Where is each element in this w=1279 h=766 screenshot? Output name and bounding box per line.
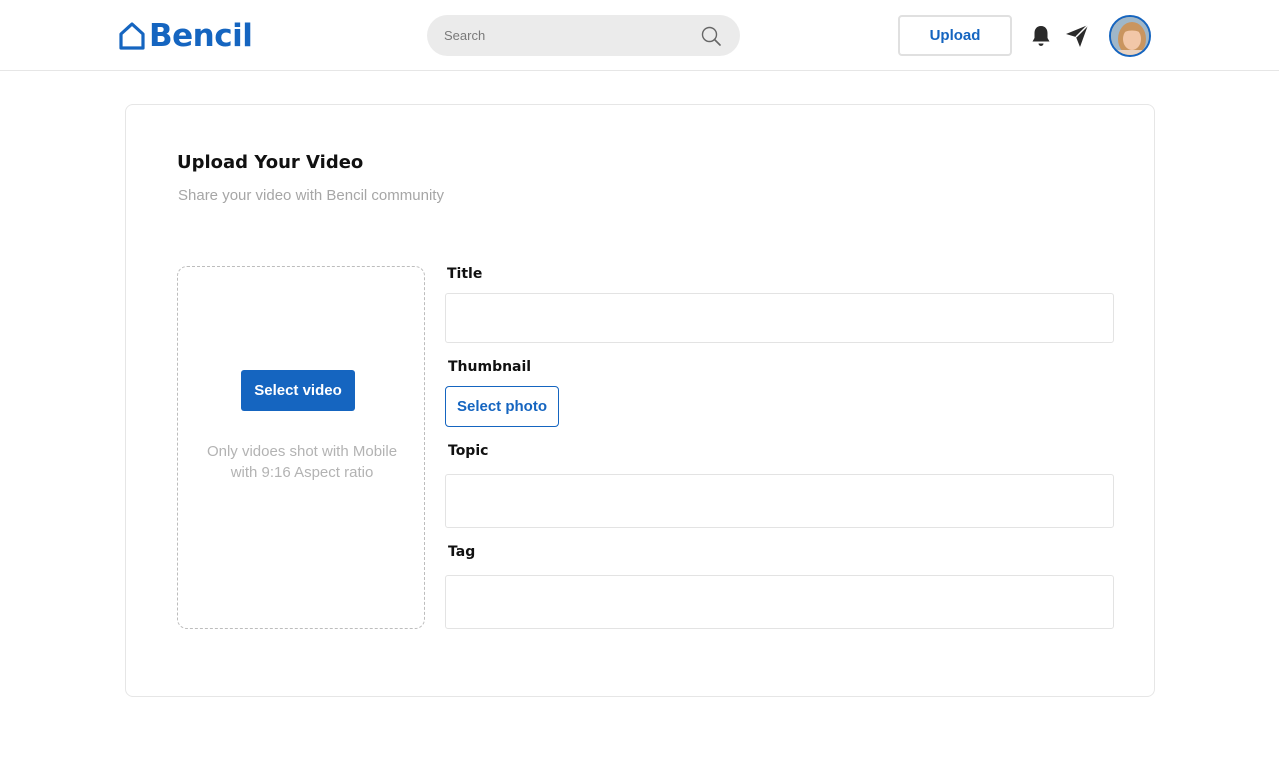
logo-text: Bencil [149, 18, 253, 54]
avatar[interactable] [1109, 15, 1151, 57]
page-title: Upload Your Video [177, 152, 364, 173]
bell-icon[interactable] [1030, 24, 1052, 48]
dropzone-note-line-1: Only vidoes shot with Mobile [206, 443, 398, 460]
home-icon [119, 22, 145, 50]
tag-field[interactable] [445, 575, 1114, 629]
thumbnail-label: Thumbnail [448, 359, 532, 375]
select-photo-button[interactable]: Select photo [445, 386, 559, 427]
title-field[interactable] [445, 293, 1114, 343]
topic-label: Topic [448, 443, 489, 459]
upload-card: Upload Your Video Share your video with … [125, 104, 1155, 697]
upload-button[interactable]: Upload [898, 15, 1012, 56]
search-bar [427, 15, 740, 56]
title-label: Title [447, 266, 483, 282]
tag-label: Tag [448, 544, 476, 560]
video-dropzone[interactable]: Select video Only vidoes shot with Mobil… [177, 266, 425, 629]
page-subtitle: Share your video with Bencil community [178, 187, 444, 204]
search-icon[interactable] [700, 25, 722, 47]
logo[interactable]: Bencil [118, 18, 253, 54]
dropzone-note-line-2: with 9:16 Aspect ratio [230, 464, 374, 481]
select-video-button[interactable]: Select video [241, 370, 355, 411]
top-navigation-bar: Bencil Upload [0, 0, 1279, 71]
topic-field[interactable] [445, 474, 1114, 528]
search-input[interactable] [444, 28, 700, 43]
send-icon[interactable] [1064, 23, 1090, 49]
